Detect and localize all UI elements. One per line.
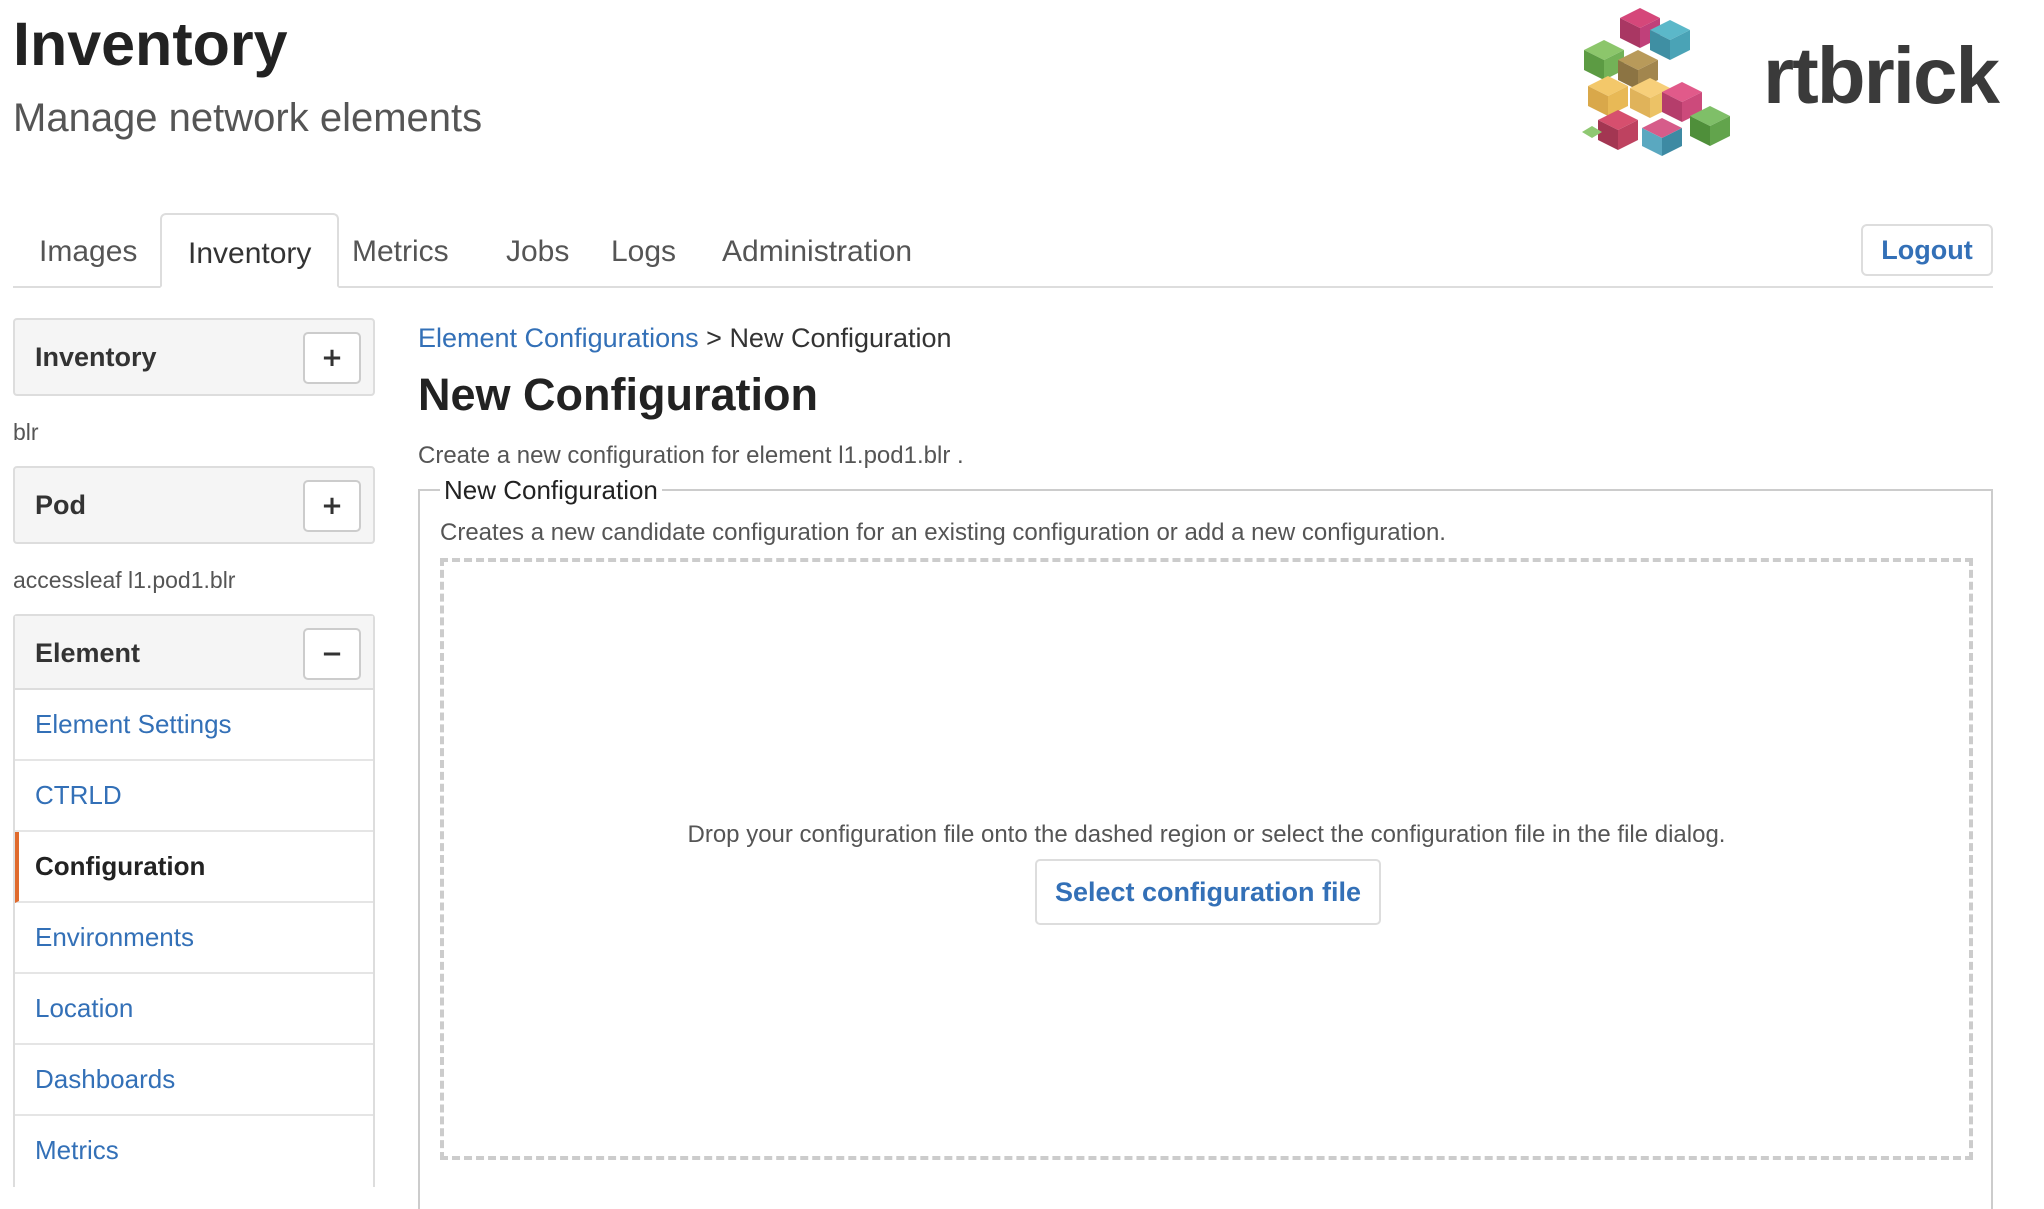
- breadcrumb-current: New Configuration: [729, 323, 952, 353]
- logout-button[interactable]: Logout: [1861, 224, 1993, 276]
- fieldset-description: Creates a new candidate configuration fo…: [440, 519, 1446, 546]
- sidebar-item-ctrld[interactable]: CTRLD: [15, 761, 373, 832]
- dropzone-instructions: Drop your configuration file onto the da…: [687, 821, 1726, 848]
- rtbrick-cube-logo-icon: [1582, 8, 1730, 156]
- page-header: Inventory Manage network elements rtbric…: [13, 0, 2000, 208]
- tab-administration[interactable]: Administration: [696, 213, 938, 286]
- main-content: Element Configurations > New Configurati…: [418, 318, 1993, 1209]
- main-tab-bar: Images Inventory Metrics Jobs Logs Admin…: [13, 213, 1993, 288]
- breadcrumb: Element Configurations > New Configurati…: [418, 318, 1993, 358]
- sidebar-item-element-settings[interactable]: Element Settings: [15, 690, 373, 761]
- new-configuration-fieldset: New Configuration Creates a new candidat…: [418, 470, 1993, 1209]
- page-header-subtitle: Manage network elements: [13, 96, 483, 140]
- sidebar: Inventory + blr Pod + accessleaf l1.pod1…: [13, 318, 375, 1187]
- inventory-panel-title: Inventory: [35, 342, 157, 372]
- sidebar-item-configuration[interactable]: Configuration: [15, 832, 373, 903]
- element-panel-header: Element −: [15, 616, 373, 690]
- pod-caption: blr: [13, 419, 39, 445]
- breadcrumb-link-element-configurations[interactable]: Element Configurations: [418, 323, 699, 353]
- tab-jobs[interactable]: Jobs: [480, 213, 595, 286]
- tab-logs[interactable]: Logs: [585, 213, 702, 286]
- brand-logo-text: rtbrick: [1763, 31, 2000, 120]
- select-configuration-file-button[interactable]: Select configuration file: [1035, 859, 1381, 925]
- add-inventory-button[interactable]: +: [303, 332, 361, 384]
- page: Inventory Manage network elements rtbric…: [13, 0, 2000, 1209]
- page-title: New Configuration: [418, 369, 818, 420]
- element-panel-title: Element: [35, 638, 141, 668]
- tab-images[interactable]: Images: [13, 213, 163, 286]
- element-caption: accessleaf l1.pod1.blr: [13, 567, 236, 593]
- sidebar-item-environments[interactable]: Environments: [15, 903, 373, 974]
- file-dropzone[interactable]: Drop your configuration file onto the da…: [440, 558, 1973, 1160]
- plus-icon: +: [321, 491, 343, 521]
- collapse-element-button[interactable]: −: [303, 628, 361, 680]
- fieldset-legend: New Configuration: [440, 470, 662, 510]
- breadcrumb-separator: >: [698, 323, 730, 353]
- plus-icon: +: [321, 343, 343, 373]
- tab-metrics[interactable]: Metrics: [326, 213, 475, 286]
- sidebar-item-metrics[interactable]: Metrics: [15, 1116, 373, 1187]
- tab-inventory[interactable]: Inventory: [160, 213, 340, 288]
- pod-panel-header: Pod +: [13, 466, 375, 544]
- page-description: Create a new configuration for element l…: [418, 442, 964, 469]
- add-pod-button[interactable]: +: [303, 480, 361, 532]
- minus-icon: −: [321, 639, 343, 669]
- sidebar-item-location[interactable]: Location: [15, 974, 373, 1045]
- element-panel: Element − Element Settings CTRLD Configu…: [13, 614, 375, 1187]
- sidebar-item-dashboards[interactable]: Dashboards: [15, 1045, 373, 1116]
- page-header-title: Inventory: [13, 10, 288, 78]
- pod-panel-title: Pod: [35, 490, 86, 520]
- inventory-panel-header: Inventory +: [13, 318, 375, 396]
- brand-logo: rtbrick: [1578, 6, 2000, 158]
